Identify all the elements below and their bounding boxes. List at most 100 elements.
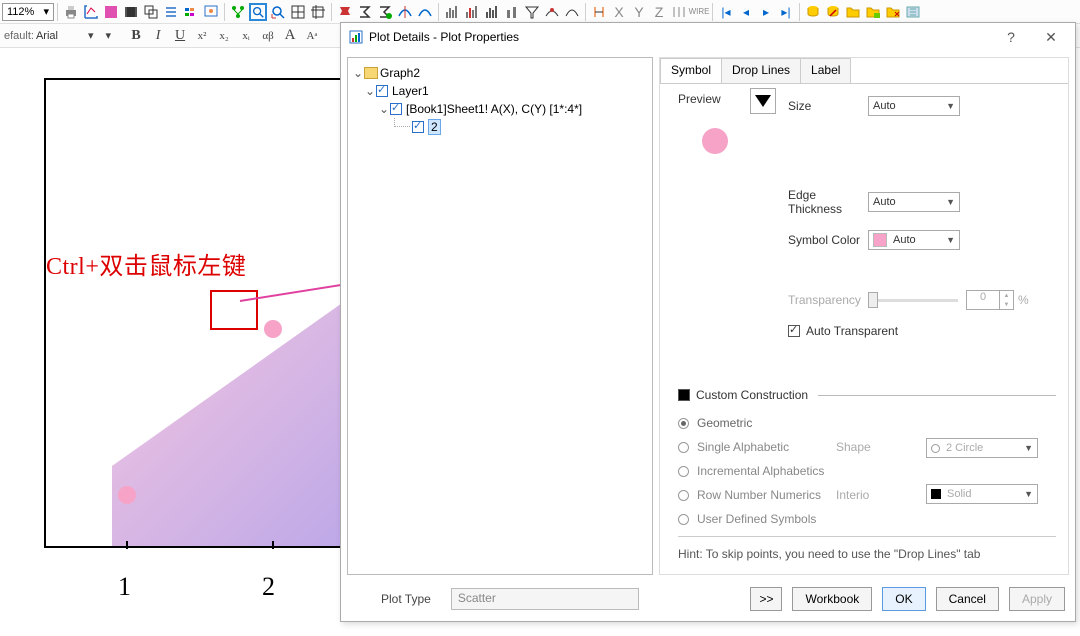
radio-incr-alpha[interactable]: Incremental Alphabetics	[678, 464, 1056, 478]
zoom-value: 112%	[7, 6, 34, 18]
bell-mean-icon[interactable]	[396, 3, 414, 21]
size-select[interactable]: Auto▼	[868, 96, 960, 116]
layer-props-icon[interactable]	[202, 3, 220, 21]
radio-sa-label: Single Alphabetic	[697, 440, 789, 454]
range-marks-icon[interactable]	[670, 3, 688, 21]
stats-icon[interactable]	[376, 3, 394, 21]
tab-symbol[interactable]: Symbol	[660, 58, 722, 83]
transparency-value[interactable]: 0	[966, 290, 1000, 310]
shape-select[interactable]: 2 Circle▼	[926, 438, 1038, 458]
tree-series[interactable]: ⌄[Book1]Sheet1! A(X), C(Y) [1*:4*]	[378, 100, 648, 118]
ok-button[interactable]: OK	[882, 587, 925, 611]
radio-userdef[interactable]: User Defined Symbols	[678, 512, 1056, 526]
checkbox-icon[interactable]	[412, 121, 424, 133]
apply-button[interactable]: Apply	[1009, 587, 1065, 611]
tree-root[interactable]: ⌄Graph2	[352, 64, 648, 82]
transparency-spinner[interactable]: ▲▼	[1000, 290, 1014, 310]
layers-icon[interactable]	[142, 3, 160, 21]
z-letter-icon[interactable]: Z	[650, 3, 668, 21]
y-letter-icon[interactable]: Y	[630, 3, 648, 21]
superscript-button[interactable]: x²	[192, 26, 212, 46]
bars-marked-icon[interactable]	[463, 3, 481, 21]
nav-prev-icon[interactable]: ◂	[737, 3, 755, 21]
custom-construction-checkbox[interactable]	[678, 389, 690, 401]
chevron-down-icon[interactable]: ▾	[88, 29, 94, 42]
cancel-button[interactable]: Cancel	[936, 587, 999, 611]
radio-rownum[interactable]: Row Number Numerics Interio Solid▼	[678, 488, 1056, 502]
tree-icon[interactable]	[229, 3, 247, 21]
dialog-titlebar[interactable]: Plot Details - Plot Properties ? ✕	[341, 23, 1075, 51]
radio-single-alpha[interactable]: Single Alphabetic Shape 2 Circle▼	[678, 440, 1056, 454]
zoom-axes-icon[interactable]	[269, 3, 287, 21]
bars1-icon[interactable]	[443, 3, 461, 21]
workbook-button[interactable]: Workbook	[792, 587, 872, 611]
tree-subplot[interactable]: 2	[394, 118, 648, 136]
annotation-text: Ctrl+双击鼠标左键	[46, 246, 246, 281]
dialog-bottom-bar: Plot Type Scatter >> Workbook OK Cancel …	[341, 583, 1075, 621]
crop-icon[interactable]	[309, 3, 327, 21]
bars3-icon[interactable]	[503, 3, 521, 21]
plot-frame	[44, 78, 352, 548]
help-button[interactable]: ?	[991, 24, 1031, 50]
bell-icon[interactable]	[416, 3, 434, 21]
chevron-down-icon[interactable]: ▾	[106, 29, 112, 42]
edge-value: Auto	[873, 196, 896, 208]
bars2-icon[interactable]	[483, 3, 501, 21]
tab-label[interactable]: Label	[800, 58, 851, 83]
film-icon[interactable]	[122, 3, 140, 21]
folder3-icon[interactable]	[884, 3, 902, 21]
folder1-icon[interactable]	[844, 3, 862, 21]
idx-button[interactable]: xᵢ	[236, 26, 256, 46]
wire-icon[interactable]: WIRE	[690, 3, 708, 21]
zoom-combo[interactable]: 112% ▾	[2, 3, 54, 21]
folder4-icon[interactable]	[904, 3, 922, 21]
funnel-icon[interactable]	[523, 3, 541, 21]
underline-button[interactable]: U	[170, 26, 190, 46]
plot-data-point[interactable]	[118, 486, 136, 504]
font-case-button[interactable]: Aᵃ	[302, 26, 322, 46]
font-name[interactable]: Arial	[36, 30, 86, 42]
auto-transparent-checkbox[interactable]	[788, 325, 800, 337]
x-letter-icon[interactable]: X	[610, 3, 628, 21]
rescale-icon[interactable]	[82, 3, 100, 21]
slider-thumb-icon[interactable]	[868, 292, 878, 308]
transparency-slider[interactable]	[868, 299, 958, 302]
italic-button[interactable]: I	[148, 26, 168, 46]
nav-first-icon[interactable]: |◂	[717, 3, 735, 21]
interior-select[interactable]: Solid▼	[926, 484, 1038, 504]
tree-layer[interactable]: ⌄Layer1	[364, 82, 648, 100]
grid-window-icon[interactable]	[289, 3, 307, 21]
folder2-icon[interactable]	[864, 3, 882, 21]
symbol-gallery-button[interactable]	[750, 88, 776, 114]
range-tool-icon[interactable]	[590, 3, 608, 21]
db-add-icon[interactable]	[804, 3, 822, 21]
magenta-box-icon[interactable]	[102, 3, 120, 21]
plot-type-select[interactable]: Scatter	[451, 588, 639, 610]
custom-construction-label: Custom Construction	[696, 388, 808, 402]
curve-icon[interactable]	[563, 3, 581, 21]
radio-ia-label: Incremental Alphabetics	[697, 464, 824, 478]
checkbox-icon[interactable]	[376, 85, 388, 97]
nav-next-icon[interactable]: ▸	[757, 3, 775, 21]
bold-button[interactable]: B	[126, 26, 146, 46]
db-del-icon[interactable]	[824, 3, 842, 21]
greek-button[interactable]: αβ	[258, 26, 278, 46]
tab-drop-lines[interactable]: Drop Lines	[721, 58, 801, 83]
checkbox-icon[interactable]	[390, 103, 402, 115]
color-select[interactable]: Auto▼	[868, 230, 960, 250]
zoom-region-icon[interactable]	[249, 3, 267, 21]
font-big-button[interactable]: A	[280, 26, 300, 46]
curve-dot-icon[interactable]	[543, 3, 561, 21]
print-icon[interactable]	[62, 3, 80, 21]
list-icon[interactable]	[162, 3, 180, 21]
close-button[interactable]: ✕	[1031, 24, 1071, 50]
radio-geometric[interactable]: Geometric	[678, 416, 1056, 430]
plot-data-point[interactable]	[264, 320, 282, 338]
subscript-button[interactable]: x₂	[214, 26, 234, 46]
edge-select[interactable]: Auto▼	[868, 192, 960, 212]
sigma-icon[interactable]	[356, 3, 374, 21]
expand-tree-button[interactable]: >>	[750, 587, 782, 611]
nav-last-icon[interactable]: ▸|	[777, 3, 795, 21]
palette-icon[interactable]	[182, 3, 200, 21]
pin-icon[interactable]	[336, 3, 354, 21]
